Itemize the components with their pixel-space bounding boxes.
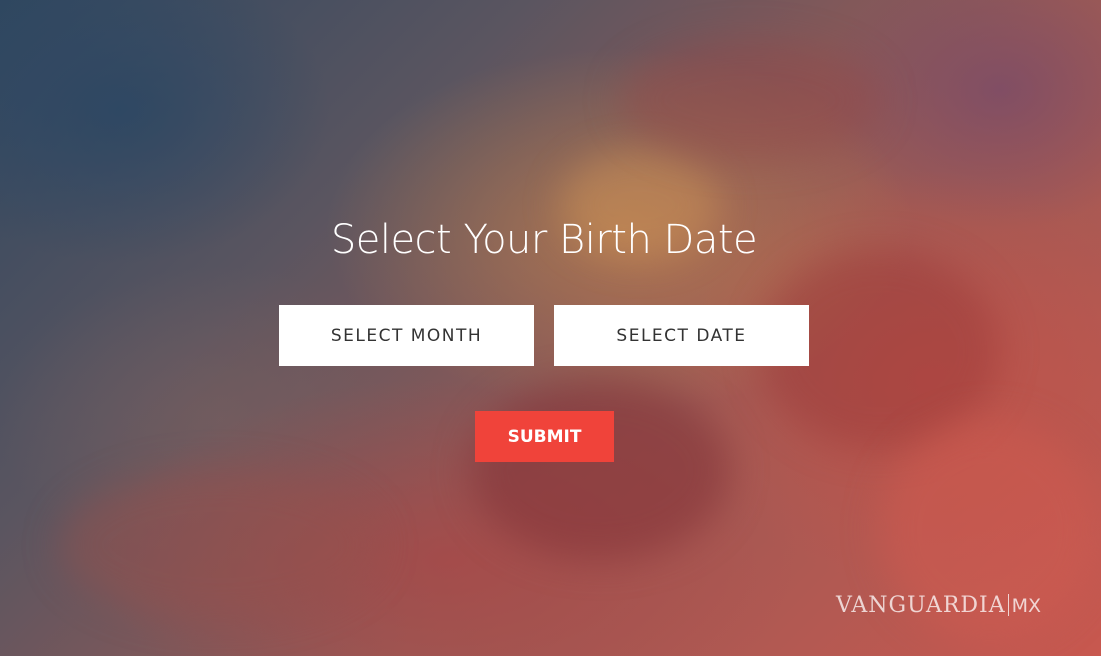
watermark-logo: VANGUARDIA MX <box>836 593 1041 618</box>
watermark-brand: VANGUARDIA <box>836 593 1006 618</box>
nebula-background <box>0 0 1101 656</box>
nebula-cloud <box>470 380 730 560</box>
watermark-divider <box>1007 594 1009 616</box>
watermark-suffix: MX <box>1011 595 1042 617</box>
nebula-cloud <box>60 470 380 620</box>
page-title: Select Your Birth Date <box>330 217 758 263</box>
submit-button[interactable]: SUBMIT <box>475 411 614 462</box>
nebula-cloud <box>620 40 880 160</box>
select-month-button[interactable]: SELECT MONTH <box>279 305 534 366</box>
select-date-button[interactable]: SELECT DATE <box>554 305 809 366</box>
